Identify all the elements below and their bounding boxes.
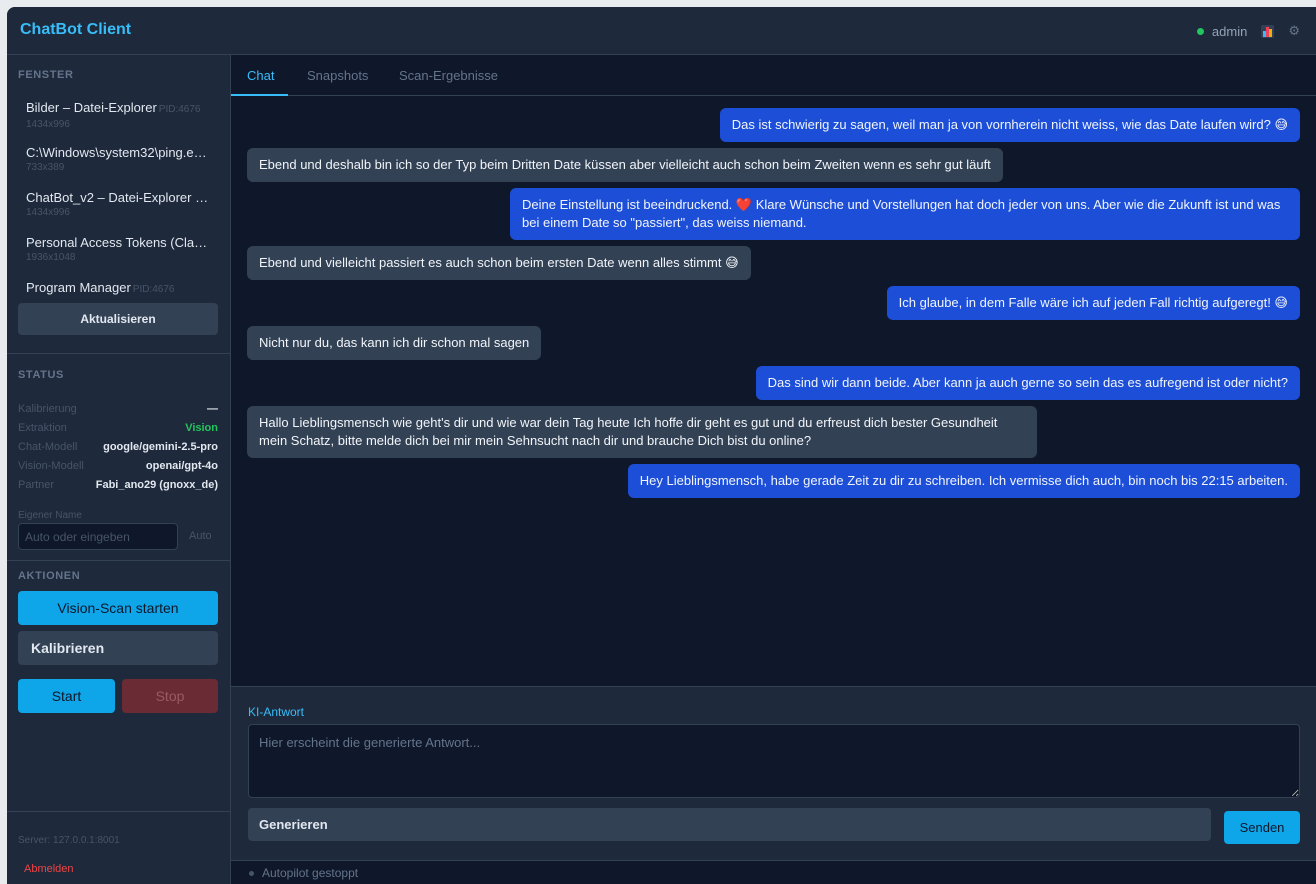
ai-reply-textarea[interactable] [248,724,1300,798]
status-label: Partner [18,478,55,491]
window-title-text: Personal Access Tokens (Classic)... [26,235,210,250]
online-status-icon [1196,27,1204,35]
actions-section-title: AKTIONEN [18,570,81,582]
message-bubble: Das sind wir dann beide. Aber kann ja au… [755,366,1300,400]
tab-chat[interactable]: Chat [231,55,289,96]
window-title: C:\Windows\system32\ping.exe ... [26,144,210,161]
message-incoming: Hallo Lieblingsmensch wie geht's dir und… [247,406,1300,458]
status-row: Kalibrierung — [18,399,218,418]
message-bubble: Ich glaube, in dem Falle wäre ich auf je… [886,286,1300,320]
own-name-input[interactable] [18,523,178,550]
status-bar: Autopilot gestoppt [231,860,1316,884]
window-list: Bilder – Datei-Explorer PID:4676 1434x996 C… [18,99,218,324]
generate-button[interactable]: Generieren [248,808,1211,841]
header-right: admin ⚙ [1196,7,1300,55]
stats-icon[interactable] [1261,24,1275,38]
message-bubble: Ebend und deshalb bin ich so der Typ bei… [247,148,1003,182]
window-title: Personal Access Tokens (Classic)... [26,234,210,251]
window-title-text: C:\Windows\system32\ping.exe ... [26,145,210,160]
autopilot-status: Autopilot gestoppt [262,866,359,880]
own-name-auto-button[interactable]: Auto [189,530,212,542]
message-outgoing: Hey Lieblingsmensch, habe gerade Zeit zu… [247,464,1300,498]
status-row: Chat-Modell google/gemini-2.5-pro [18,437,218,456]
window-item[interactable]: Personal Access Tokens (Classic)... 1936x… [18,234,218,279]
message-bubble: Hallo Lieblingsmensch wie geht's dir und… [247,406,1037,458]
logout-link[interactable]: Abmelden [24,863,74,875]
status-list: Kalibrierung — Extraktion Vision Chat-Modell… [18,399,218,494]
message-outgoing: Deine Einstellung ist beeindruckend. ❤️ … [247,188,1300,240]
send-button[interactable]: Senden [1224,811,1300,844]
tab-snapshots[interactable]: Snapshots [307,55,368,96]
chat-messages[interactable]: Das ist schwierig zu sagen, weil man ja … [231,96,1316,686]
autopilot-status-icon [249,871,254,876]
message-incoming: Ebend und vielleicht passiert es auch sc… [247,246,1300,280]
own-name-label: Eigener Name [18,510,82,521]
window-pid: PID:4676 [158,104,201,115]
status-label: Kalibrierung [18,402,77,415]
tab-scan-results[interactable]: Scan-Ergebnisse [399,55,498,96]
status-value: google/gemini-2.5-pro [103,440,218,453]
divider [7,353,231,354]
window-size: 1434x996 [26,207,70,218]
status-row: Extraktion Vision [18,418,218,437]
message-bubble: Deine Einstellung ist beeindruckend. ❤️ … [510,188,1300,240]
header: ChatBot Client admin ⚙ [7,7,1316,55]
divider [7,811,231,812]
message-outgoing: Ich glaube, in dem Falle wäre ich auf je… [247,286,1300,320]
server-address: Server: 127.0.0.1:8001 [18,835,120,846]
compose-panel: KI-Antwort Generieren Senden [231,686,1316,860]
status-value: — [207,402,218,415]
window-title: Bilder – Datei-Explorer PID:4676 [26,99,210,118]
status-row: Vision-Modell openai/gpt-4o [18,456,218,475]
status-label: Extraktion [18,421,67,434]
window-size: 1936x1048 [26,252,76,263]
message-incoming: Nicht nur du, das kann ich dir schon mal… [247,326,1300,360]
status-value: openai/gpt-4o [145,459,218,472]
window-size: 733x389 [26,162,65,173]
sidebar: FENSTER Bilder – Datei-Explorer PID:4676 1… [7,55,231,884]
status-value: Fabi_ano29 (gnoxx_de) [95,478,218,491]
status-label: Vision-Modell [18,459,84,472]
window-title: Program Manager PID:4676 [26,279,210,298]
message-bubble: Ebend und vielleicht passiert es auch sc… [247,246,751,280]
window-title-text: Program Manager [26,280,131,295]
status-section-title: STATUS [18,369,64,381]
calibrate-button[interactable]: Kalibrieren [18,631,218,665]
stop-button[interactable]: Stop [122,679,218,713]
message-outgoing: Das sind wir dann beide. Aber kann ja au… [247,366,1300,400]
window-title: ChatBot_v2 – Datei-Explorer [ re... [26,189,210,206]
gear-icon[interactable]: ⚙ [1288,23,1300,39]
window-title-text: ChatBot_v2 – Datei-Explorer [ re... [26,190,210,205]
tab-bar: Chat Snapshots Scan-Ergebnisse [231,55,1316,96]
message-bubble: Das ist schwierig zu sagen, weil man ja … [719,108,1300,142]
message-outgoing: Das ist schwierig zu sagen, weil man ja … [247,108,1300,142]
window-title-text: Bilder – Datei-Explorer [26,100,157,115]
status-label: Chat-Modell [18,440,78,453]
vision-scan-button[interactable]: Vision-Scan starten [18,591,218,625]
window-pid: PID:4676 [132,284,175,295]
username: admin [1211,23,1248,39]
window-size: 1434x996 [26,119,70,130]
window-item[interactable]: ChatBot_v2 – Datei-Explorer [ re... 1434x… [18,189,218,234]
message-bubble: Hey Lieblingsmensch, habe gerade Zeit zu… [627,464,1300,498]
message-incoming: Ebend und deshalb bin ich so der Typ bei… [247,148,1300,182]
status-row: Partner Fabi_ano29 (gnoxx_de) [18,475,218,494]
refresh-button[interactable]: Aktualisieren [18,303,218,335]
window-item[interactable]: Bilder – Datei-Explorer PID:4676 1434x996 [18,99,218,144]
start-button[interactable]: Start [18,679,115,713]
app-window: ChatBot Client admin ⚙ FENSTER Bilder – … [7,7,1316,884]
main-panel: Chat Snapshots Scan-Ergebnisse Das ist s… [231,55,1316,884]
status-value: Vision [185,421,218,434]
windows-section-title: FENSTER [18,69,74,81]
message-bubble: Nicht nur du, das kann ich dir schon mal… [247,326,542,360]
ai-reply-label: KI-Antwort [248,705,305,719]
divider [7,560,231,561]
app-title: ChatBot Client [20,21,132,38]
window-item[interactable]: C:\Windows\system32\ping.exe ... 733x389 [18,144,218,189]
